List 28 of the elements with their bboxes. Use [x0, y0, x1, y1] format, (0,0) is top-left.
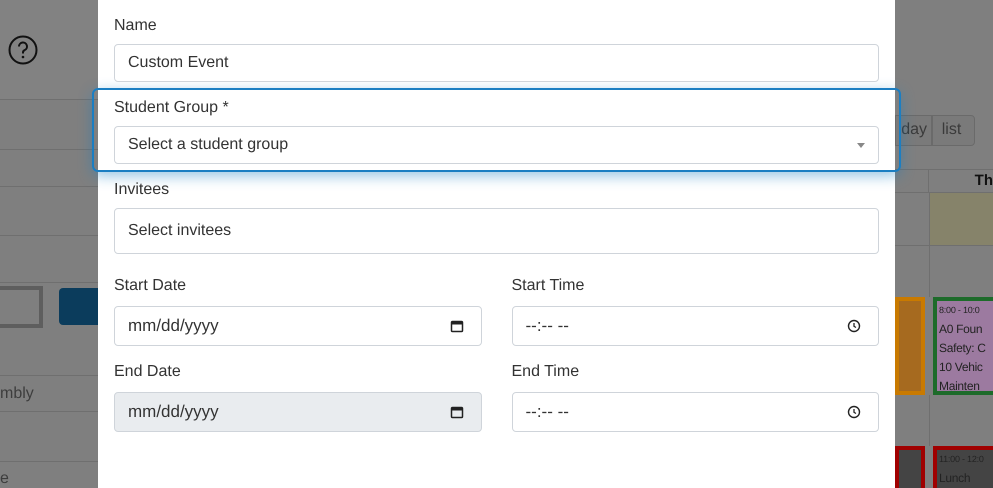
field-label: Start Date: [114, 276, 188, 296]
field-label: Invitees: [114, 180, 170, 200]
student-group-select[interactable]: Select a student group: [114, 126, 879, 164]
event-text: 10 Vehic: [939, 359, 984, 376]
day-header: Th: [974, 171, 993, 192]
field-label: End Time: [512, 362, 580, 382]
time-field[interactable]: --:-- --: [512, 306, 879, 346]
calendar-event[interactable]: 8:00 - 10:0 A0 Foun Safety: C 10 Vehic Mainten: [933, 297, 993, 396]
input-field[interactable]: [0, 286, 43, 328]
date-field[interactable]: mm/dd/yyyy: [114, 306, 482, 346]
field-label: Start Time: [512, 276, 586, 296]
field-label: Name: [114, 16, 158, 36]
help-icon[interactable]: [8, 34, 38, 64]
name-field[interactable]: Custom Event: [114, 44, 879, 82]
invitees-field[interactable]: Select invitees: [114, 208, 879, 254]
list-item-text: e: [0, 470, 9, 488]
field-label: End Date: [114, 362, 182, 382]
event-text: A0 Foun: [939, 321, 984, 338]
clock-icon[interactable]: [847, 319, 861, 333]
time-field[interactable]: --:-- --: [512, 392, 879, 432]
caret-icon: [857, 142, 865, 148]
clock-icon[interactable]: [847, 405, 861, 419]
event-text: Safety: C: [939, 340, 987, 358]
list-item-text: mbly: [0, 384, 34, 404]
event-time: 8:00 - 10:0: [939, 304, 981, 318]
event-text: Mainten: [939, 378, 981, 392]
calendar-icon[interactable]: [450, 319, 464, 333]
field-label: Student Group *: [114, 98, 230, 118]
